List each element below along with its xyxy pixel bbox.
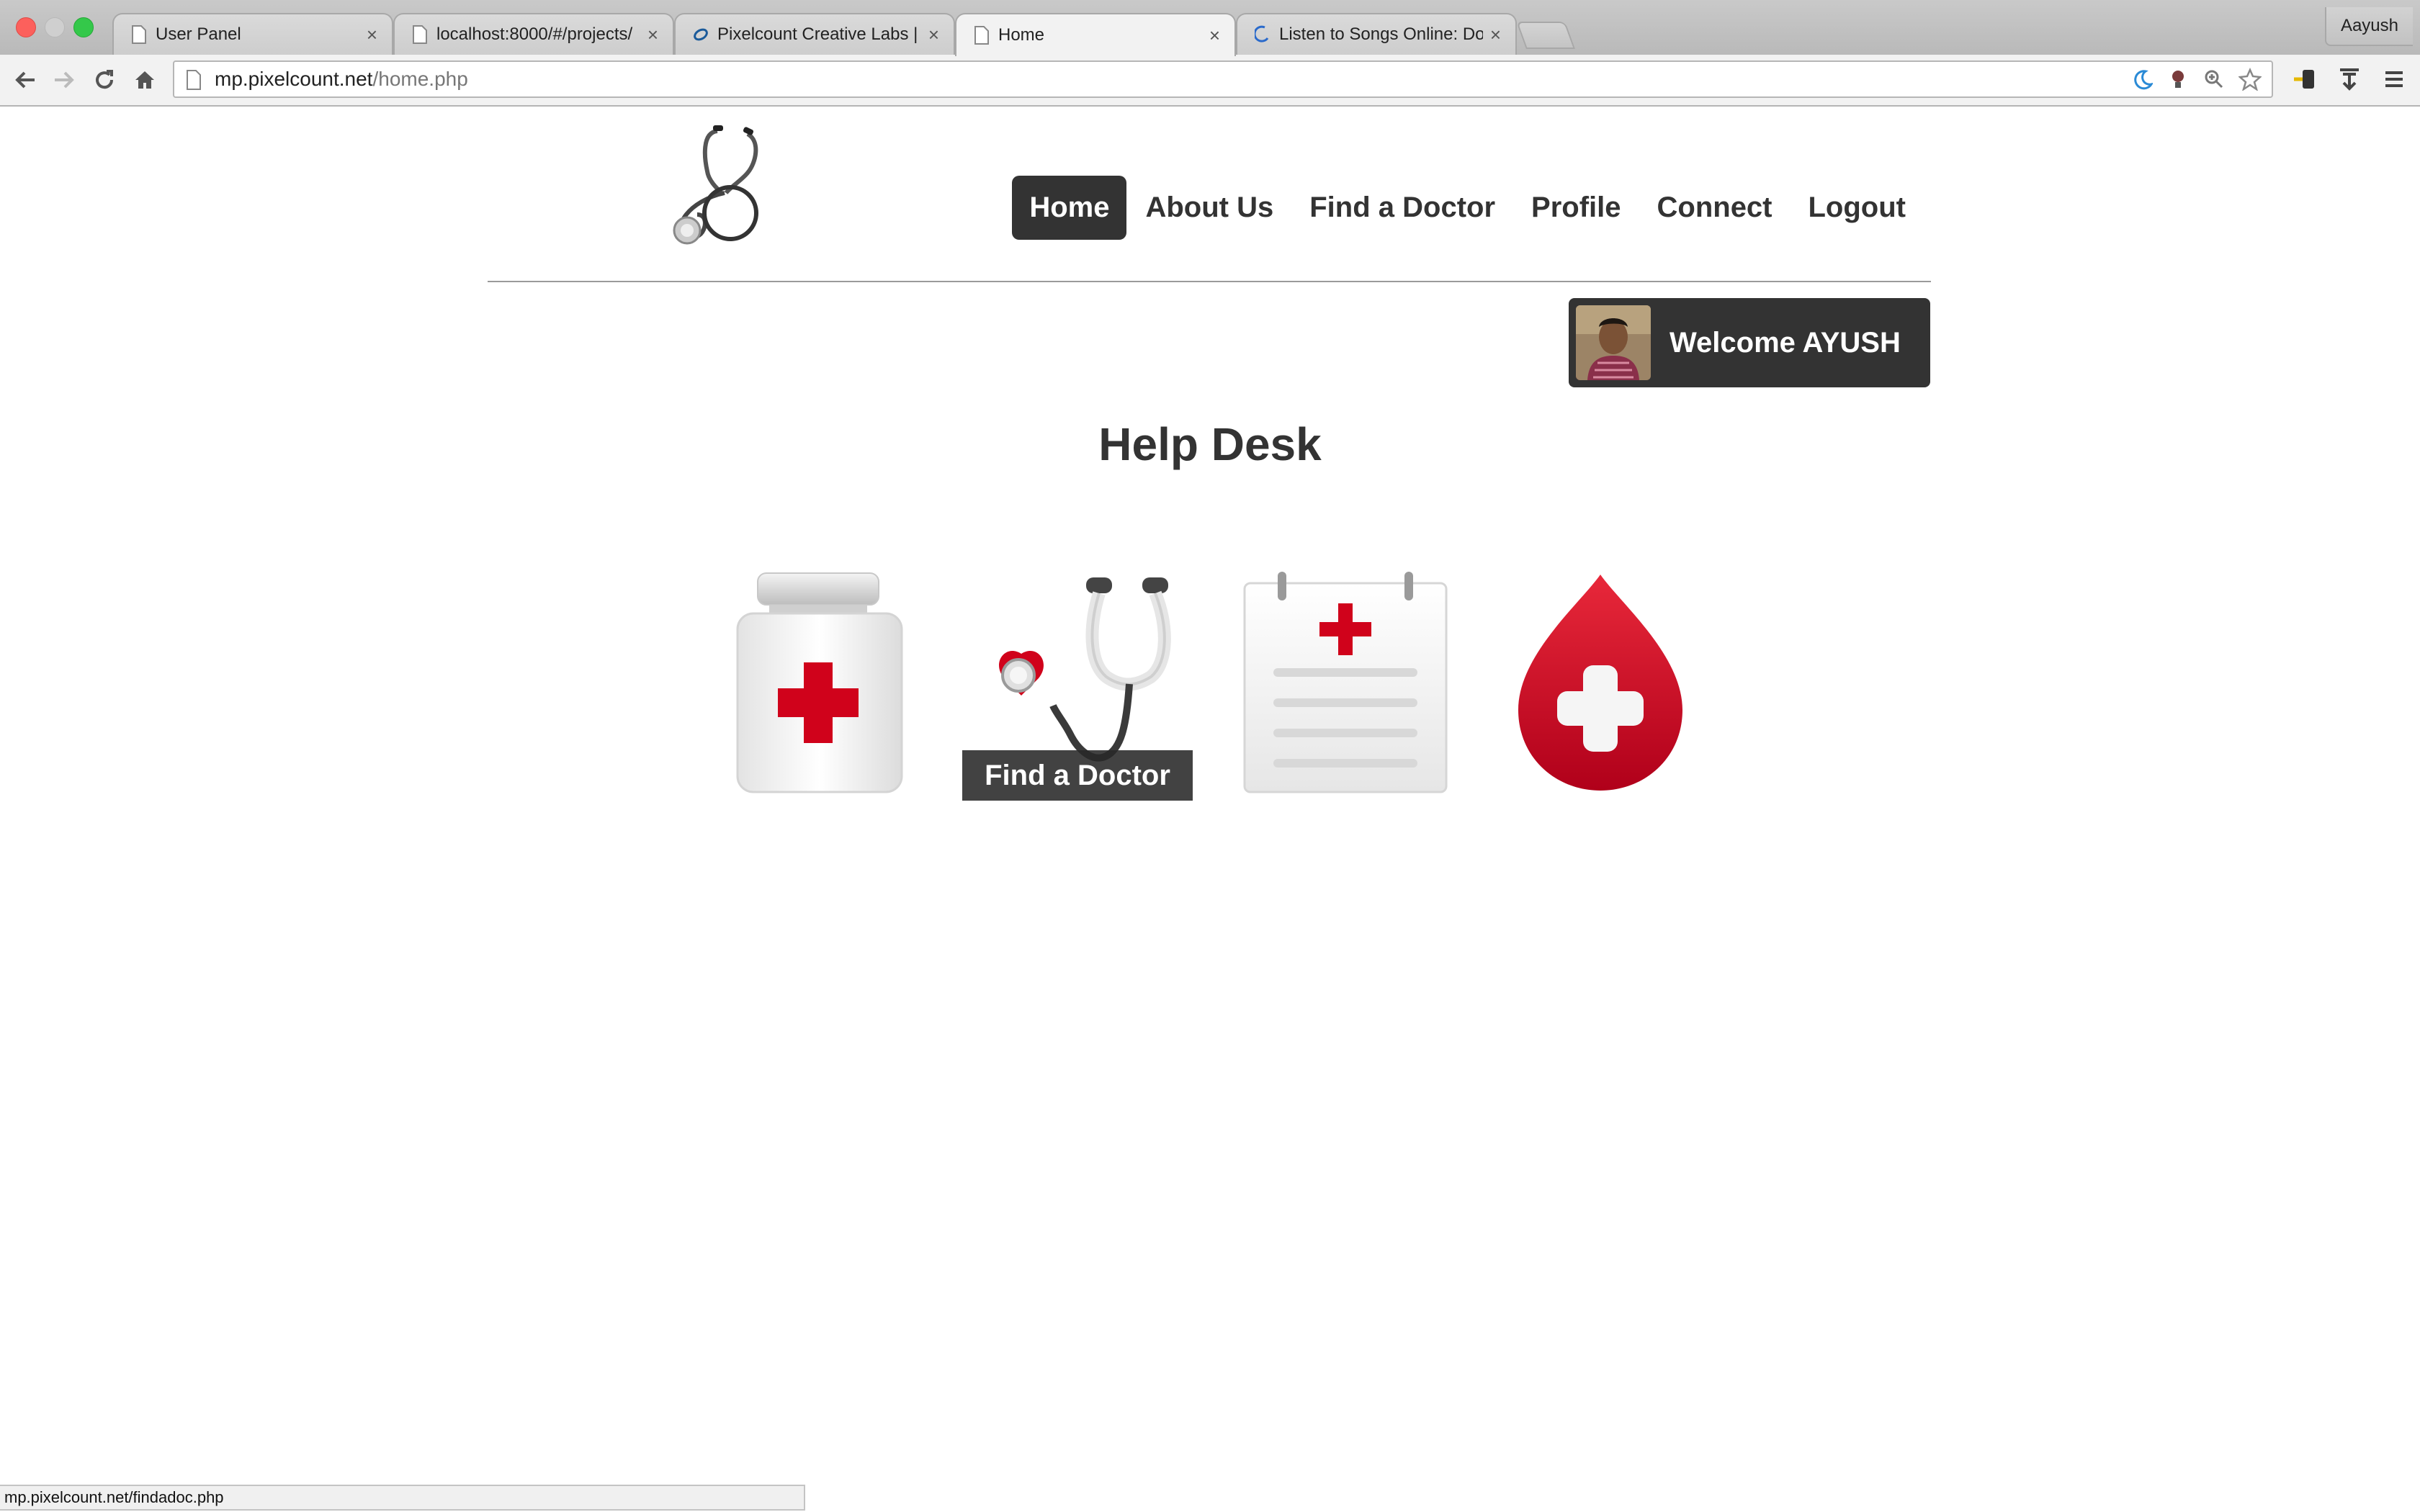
- welcome-badge[interactable]: Welcome AYUSH: [1569, 298, 1930, 387]
- forward-button[interactable]: [46, 62, 82, 98]
- welcome-text: Welcome AYUSH: [1670, 326, 1901, 359]
- browser-tab[interactable]: Pixelcount Creative Labs | W ×: [674, 13, 955, 55]
- window-minimize-button[interactable]: [45, 17, 65, 37]
- home-button[interactable]: [127, 62, 163, 98]
- tab-title: Listen to Songs Online: Do: [1279, 24, 1483, 44]
- medical-notepad-icon[interactable]: [1240, 569, 1451, 796]
- browser-tab[interactable]: Listen to Songs Online: Do ×: [1236, 13, 1517, 55]
- nav-item-find-a-doctor[interactable]: Find a Doctor: [1292, 176, 1512, 240]
- browser-tab[interactable]: localhost:8000/#/projects/ ×: [393, 13, 674, 55]
- browser-tab-active[interactable]: Home ×: [955, 13, 1236, 56]
- zoom-icon[interactable]: [2201, 66, 2227, 92]
- main-nav: Home About Us Find a Doctor Profile Conn…: [1012, 176, 1923, 240]
- browser-menu-icon[interactable]: [2381, 66, 2407, 92]
- tab-close-icon[interactable]: ×: [1490, 24, 1501, 46]
- url-host: mp.pixelcount.net: [215, 68, 373, 90]
- back-arrow-icon: [15, 71, 35, 89]
- window-maximize-button[interactable]: [73, 17, 94, 37]
- medicine-bottle-icon[interactable]: [732, 569, 908, 796]
- address-bar[interactable]: mp.pixelcount.net/home.php: [173, 60, 2273, 98]
- page-title: Help Desk: [1098, 418, 1322, 470]
- nav-item-about-us[interactable]: About Us: [1128, 176, 1291, 240]
- browser-tab[interactable]: User Panel ×: [112, 13, 393, 55]
- forward-arrow-icon: [55, 71, 74, 89]
- back-button[interactable]: [7, 62, 43, 98]
- loading-icon: [1255, 25, 1269, 42]
- browser-tab-strip: User Panel × localhost:8000/#/projects/ …: [0, 0, 2420, 56]
- nav-item-home[interactable]: Home: [1012, 176, 1127, 240]
- tab-close-icon[interactable]: ×: [928, 24, 939, 46]
- new-tab-button[interactable]: [1516, 22, 1575, 49]
- stethoscope-logo[interactable]: [661, 121, 769, 251]
- extension-lightbulb-icon[interactable]: [2165, 66, 2191, 92]
- tile-caption[interactable]: Find a Doctor: [962, 750, 1193, 801]
- tab-close-icon[interactable]: ×: [647, 24, 658, 46]
- browser-toolbar: mp.pixelcount.net/home.php: [0, 55, 2420, 107]
- tab-close-icon[interactable]: ×: [1209, 24, 1220, 47]
- pixelcount-icon: [694, 28, 708, 41]
- page-icon: [413, 25, 427, 44]
- bookmark-star-icon[interactable]: [2237, 66, 2263, 92]
- extension-moon-icon[interactable]: [2129, 66, 2155, 92]
- tab-close-icon[interactable]: ×: [367, 24, 377, 46]
- extension-key-icon[interactable]: [2292, 66, 2318, 92]
- nav-item-profile[interactable]: Profile: [1514, 176, 1638, 240]
- page-icon: [132, 25, 146, 44]
- url-path: /home.php: [372, 68, 468, 90]
- tab-title: localhost:8000/#/projects/: [436, 24, 633, 44]
- page-icon: [974, 26, 989, 45]
- blood-drop-icon[interactable]: [1512, 569, 1688, 796]
- window-close-button[interactable]: [16, 17, 36, 37]
- header-divider: [488, 281, 1931, 282]
- reload-icon: [96, 70, 114, 89]
- tab-title: Pixelcount Creative Labs | W: [717, 24, 921, 44]
- nav-item-logout[interactable]: Logout: [1791, 176, 1924, 240]
- browser-profile-button[interactable]: Aayush: [2324, 7, 2413, 46]
- status-bar-url: mp.pixelcount.net/findadoc.php: [0, 1485, 805, 1511]
- avatar: [1576, 305, 1651, 380]
- nav-item-connect[interactable]: Connect: [1640, 176, 1790, 240]
- reload-button[interactable]: [86, 62, 122, 98]
- page-info-icon: [187, 70, 201, 90]
- extension-download-icon[interactable]: [2336, 66, 2362, 92]
- tab-title: User Panel: [156, 24, 241, 44]
- tab-title: Home: [998, 25, 1045, 45]
- home-icon: [135, 71, 154, 89]
